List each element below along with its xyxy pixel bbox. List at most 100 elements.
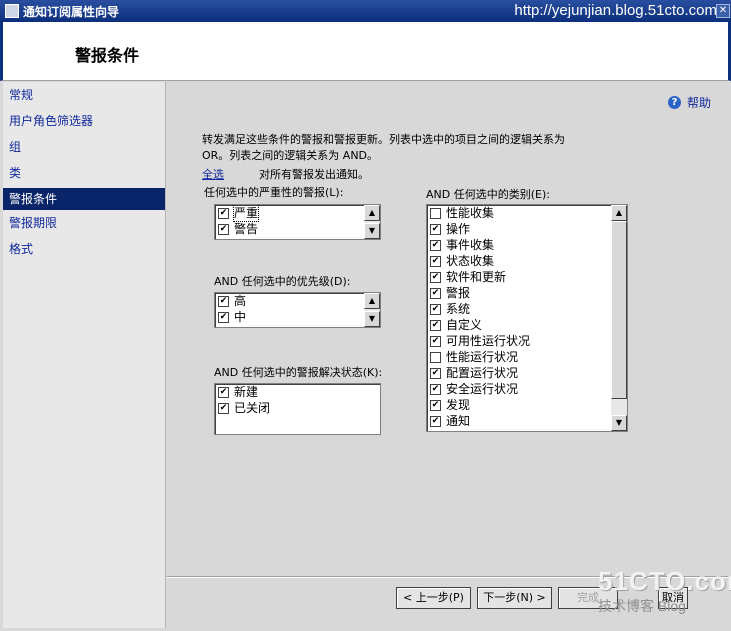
- list-item-label: 高: [234, 294, 247, 308]
- list-item-label: 软件和更新: [446, 270, 507, 284]
- severity-label: 任何选中的严重性的警报(L):: [204, 186, 344, 199]
- checkbox[interactable]: [430, 255, 441, 267]
- logo-text: 51CTO.com: [598, 566, 731, 596]
- list-item[interactable]: 中: [215, 309, 380, 325]
- checkbox[interactable]: [218, 207, 229, 219]
- checkbox[interactable]: [218, 386, 229, 398]
- list-item[interactable]: 已关闭: [215, 400, 380, 416]
- checkbox[interactable]: [430, 351, 441, 363]
- list-item-label: 中: [234, 310, 247, 324]
- nav-item-alert-criteria[interactable]: 警报条件: [3, 188, 165, 210]
- scroll-thumb[interactable]: [611, 221, 627, 399]
- vertical-scrollbar[interactable]: ▲ ▼: [364, 205, 380, 239]
- checkbox[interactable]: [218, 223, 229, 235]
- app-icon: [5, 4, 19, 18]
- checkbox[interactable]: [218, 311, 229, 323]
- scroll-down-icon[interactable]: ▼: [364, 223, 380, 239]
- list-item-label: 警告: [234, 222, 259, 236]
- list-item[interactable]: 自定义: [427, 317, 627, 333]
- severity-listbox[interactable]: 严重警告▲▼: [214, 204, 381, 240]
- category-listbox[interactable]: 性能收集操作事件收集状态收集软件和更新警报系统自定义可用性运行状况性能运行状况配…: [426, 204, 628, 432]
- list-item[interactable]: 系统: [427, 301, 627, 317]
- list-item-label: 事件收集: [446, 238, 495, 252]
- nav-item-format[interactable]: 格式: [3, 236, 165, 262]
- select-all-note: 对所有警报发出通知。: [259, 168, 369, 181]
- list-item-label: 已关闭: [234, 401, 271, 415]
- checkbox[interactable]: [430, 207, 441, 219]
- site-logo: 51CTO.com 技术博客 Blog: [598, 566, 731, 614]
- list-item[interactable]: 警报: [427, 285, 627, 301]
- checkbox[interactable]: [430, 319, 441, 331]
- list-item[interactable]: 高: [215, 293, 380, 309]
- list-item[interactable]: 性能收集: [427, 205, 627, 221]
- list-item[interactable]: 警告: [215, 221, 380, 237]
- list-item[interactable]: 事件收集: [427, 237, 627, 253]
- list-item[interactable]: 可用性运行状况: [427, 333, 627, 349]
- list-item-label: 发现: [446, 398, 471, 412]
- list-item[interactable]: 通知: [427, 413, 627, 429]
- checkbox[interactable]: [430, 223, 441, 235]
- wizard-nav: 常规 用户角色筛选器 组 类 警报条件 警报期限 格式: [3, 82, 166, 628]
- description-line-2: OR。列表之间的逻辑关系为 AND。: [202, 149, 379, 162]
- list-item[interactable]: 软件和更新: [427, 269, 627, 285]
- category-label: AND 任何选中的类别(E):: [426, 188, 550, 201]
- help-link[interactable]: ? 帮助: [667, 94, 711, 111]
- scroll-up-icon[interactable]: ▲: [364, 293, 380, 309]
- list-item[interactable]: 配置运行状况: [427, 365, 627, 381]
- nav-item-general[interactable]: 常规: [3, 82, 165, 108]
- help-label: 帮助: [686, 96, 711, 110]
- list-item[interactable]: 严重: [215, 205, 380, 222]
- priority-listbox[interactable]: 高中▲▼: [214, 292, 381, 328]
- checkbox[interactable]: [430, 383, 441, 395]
- back-button[interactable]: < 上一步(P): [396, 587, 471, 609]
- next-button[interactable]: 下一步(N) >: [477, 587, 552, 609]
- list-item-label: 严重: [232, 205, 260, 222]
- list-item-label: 操作: [446, 222, 471, 236]
- list-item-label: 配置运行状况: [446, 366, 519, 380]
- scroll-down-icon[interactable]: ▼: [611, 415, 627, 431]
- checkbox[interactable]: [218, 402, 229, 414]
- vertical-scrollbar[interactable]: ▲ ▼: [364, 293, 380, 327]
- list-item-label: 状态收集: [446, 254, 495, 268]
- wizard-header: 警报条件: [0, 22, 731, 81]
- checkbox[interactable]: [430, 303, 441, 315]
- checkbox[interactable]: [430, 399, 441, 411]
- nav-item-class[interactable]: 类: [3, 160, 165, 186]
- checkbox[interactable]: [430, 271, 441, 283]
- list-item[interactable]: 安全运行状况: [427, 381, 627, 397]
- nav-item-group[interactable]: 组: [3, 134, 165, 160]
- nav-item-user-role-filter[interactable]: 用户角色筛选器: [3, 108, 165, 134]
- list-item-label: 性能运行状况: [446, 350, 519, 364]
- select-all-link[interactable]: 全选: [202, 166, 224, 182]
- list-item[interactable]: 状态收集: [427, 253, 627, 269]
- list-item[interactable]: 性能运行状况: [427, 349, 627, 365]
- checkbox[interactable]: [218, 295, 229, 307]
- scroll-up-icon[interactable]: ▲: [364, 205, 380, 221]
- nav-item-alert-aging[interactable]: 警报期限: [3, 210, 165, 236]
- checkbox[interactable]: [430, 415, 441, 427]
- priority-label: AND 任何选中的优先级(D):: [214, 275, 351, 288]
- checkbox[interactable]: [430, 287, 441, 299]
- scroll-up-icon[interactable]: ▲: [611, 205, 627, 221]
- list-item-label: 警报: [446, 286, 471, 300]
- list-item[interactable]: 新建: [215, 384, 380, 400]
- list-item[interactable]: 发现: [427, 397, 627, 413]
- window-title: 通知订阅属性向导: [23, 4, 120, 19]
- list-item-label: 新建: [234, 385, 259, 399]
- list-item-label: 可用性运行状况: [446, 334, 531, 348]
- list-item[interactable]: 操作: [427, 221, 627, 237]
- checkbox[interactable]: [430, 239, 441, 251]
- vertical-scrollbar[interactable]: ▲ ▼: [611, 205, 627, 431]
- watermark-text: http://yejunjian.blog.51cto.com: [514, 2, 717, 19]
- close-icon[interactable]: ✕: [716, 4, 730, 18]
- list-item-label: 安全运行状况: [446, 382, 519, 396]
- checkbox[interactable]: [430, 335, 441, 347]
- scroll-down-icon[interactable]: ▼: [364, 311, 380, 327]
- list-item-label: 系统: [446, 302, 471, 316]
- resolution-listbox[interactable]: 新建已关闭: [214, 383, 381, 435]
- description: 转发满足这些条件的警报和警报更新。列表中选中的项目之间的逻辑关系为 OR。列表之…: [202, 132, 642, 164]
- checkbox[interactable]: [430, 367, 441, 379]
- list-item-label: 通知: [446, 414, 471, 428]
- list-item-label: 性能收集: [446, 206, 495, 220]
- description-line-1: 转发满足这些条件的警报和警报更新。列表中选中的项目之间的逻辑关系为: [202, 133, 565, 146]
